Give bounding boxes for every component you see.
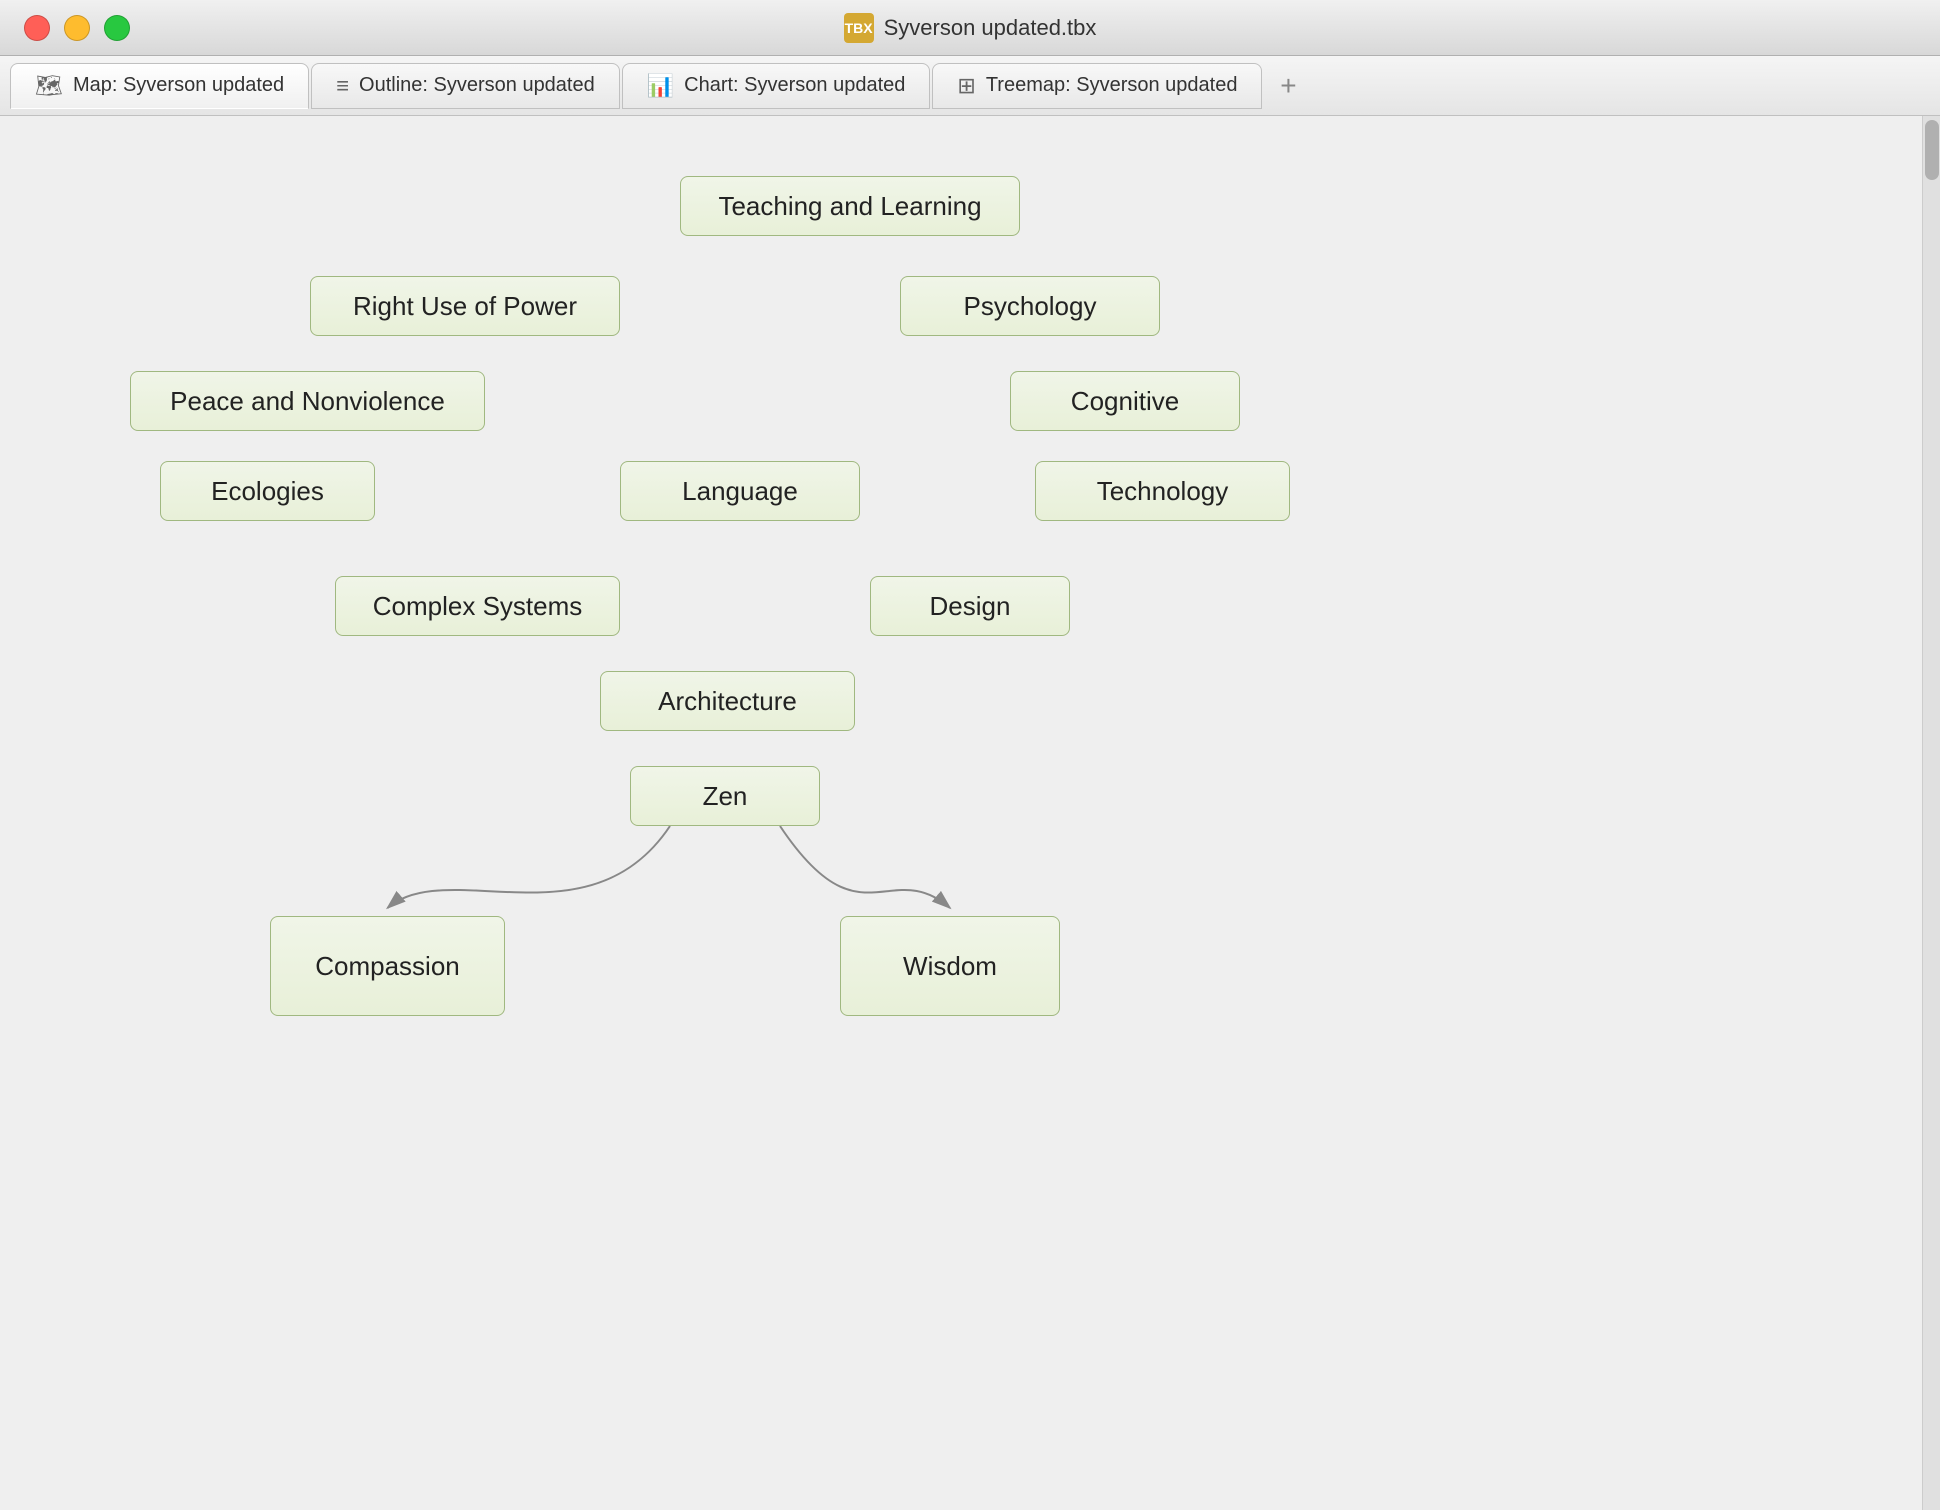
node-design[interactable]: Design [870,576,1070,636]
node-architecture[interactable]: Architecture [600,671,855,731]
node-psychology[interactable]: Psychology [900,276,1160,336]
treemap-icon: ⊞ [957,73,975,99]
map-icon: 🗺 [35,73,63,99]
close-button[interactable] [24,15,50,41]
tab-outline[interactable]: ≡ Outline: Syverson updated [311,63,620,109]
add-tab-button[interactable]: + [1268,66,1308,106]
node-teaching[interactable]: Teaching and Learning [680,176,1020,236]
title-bar: TBX Syverson updated.tbx [0,0,1940,56]
node-language[interactable]: Language [620,461,860,521]
node-compassion[interactable]: Compassion [270,916,505,1016]
tab-chart[interactable]: 📊 Chart: Syverson updated [622,63,931,109]
window-controls[interactable] [24,15,130,41]
app-icon: TBX [844,13,874,43]
node-complex[interactable]: Complex Systems [335,576,620,636]
outline-icon: ≡ [336,73,349,99]
node-technology[interactable]: Technology [1035,461,1290,521]
main-canvas: Teaching and Learning Right Use of Power P… [0,116,1940,1510]
window-title: TBX Syverson updated.tbx [844,13,1097,43]
node-ecologies[interactable]: Ecologies [160,461,375,521]
chart-icon: 📊 [647,73,674,99]
tab-map[interactable]: 🗺 Map: Syverson updated [10,63,309,109]
minimize-button[interactable] [64,15,90,41]
scrollbar[interactable] [1922,116,1940,1510]
tab-treemap[interactable]: ⊞ Treemap: Syverson updated [932,63,1262,109]
node-wisdom[interactable]: Wisdom [840,916,1060,1016]
node-zen[interactable]: Zen [630,766,820,826]
node-right-use[interactable]: Right Use of Power [310,276,620,336]
node-peace[interactable]: Peace and Nonviolence [130,371,485,431]
node-cognitive[interactable]: Cognitive [1010,371,1240,431]
maximize-button[interactable] [104,15,130,41]
scrollbar-thumb[interactable] [1925,120,1939,180]
tab-bar: 🗺 Map: Syverson updated ≡ Outline: Syver… [0,56,1940,116]
